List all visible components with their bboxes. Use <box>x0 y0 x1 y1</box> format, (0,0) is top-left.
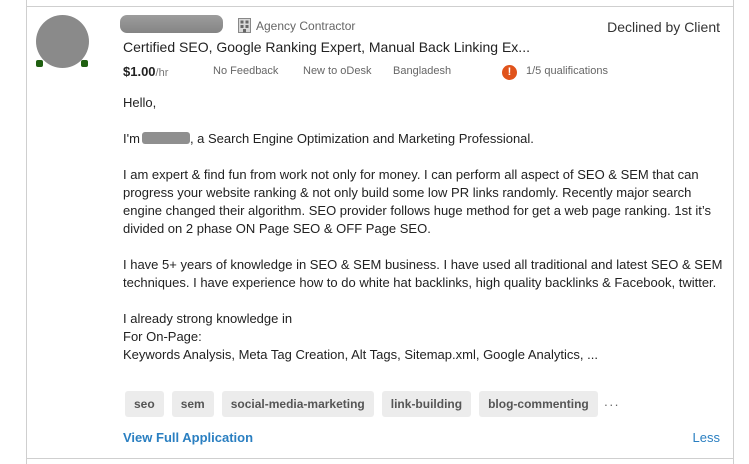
cover-letter: Hello, I'm , a Search Engine Optimization… <box>123 94 723 364</box>
skill-tags: seo sem social-media-marketing link-buil… <box>125 391 620 417</box>
contractor-type-label: Agency Contractor <box>256 19 356 33</box>
greeting: Hello, <box>123 95 157 110</box>
hourly-rate: $1.00/hr <box>123 64 168 79</box>
skill-tag[interactable]: link-building <box>381 391 472 417</box>
building-icon <box>238 18 251 33</box>
skill-tag[interactable]: blog-commenting <box>479 391 598 417</box>
intro-before: I'm <box>123 131 140 146</box>
qualifications-label[interactable]: 1/5 qualifications <box>526 65 608 77</box>
intro: I'm , a Search Engine Optimization and Ma… <box>123 130 723 148</box>
paragraph-1: I am expert & find fun from work not onl… <box>123 167 711 236</box>
avatar-decoration-right <box>81 60 88 67</box>
knowledge-line: I already strong knowledge in <box>123 311 293 326</box>
redacted-name <box>141 132 190 144</box>
applicant-name-redacted[interactable] <box>120 15 223 33</box>
more-tags-ellipsis[interactable]: ··· <box>604 397 620 412</box>
on-page-line: For On-Page: <box>123 329 202 344</box>
view-full-application-link[interactable]: View Full Application <box>123 430 253 445</box>
rate-value: $1.00 <box>123 64 156 79</box>
paragraph-2: I have 5+ years of knowledge in SEO & SE… <box>123 257 723 290</box>
skill-tag[interactable]: seo <box>125 391 164 417</box>
status-badge: Declined by Client <box>607 19 720 35</box>
skills-line: Keywords Analysis, Meta Tag Creation, Al… <box>123 347 598 362</box>
card-bottom-border <box>26 458 734 459</box>
tenure-label: New to oDesk <box>303 65 372 77</box>
skill-tag[interactable]: sem <box>171 391 214 417</box>
feedback-label: No Feedback <box>213 65 279 77</box>
avatar-decoration-left <box>36 60 43 67</box>
less-link[interactable]: Less <box>693 430 720 445</box>
exclamation-circle-icon: ! <box>502 65 517 80</box>
profile-title[interactable]: Certified SEO, Google Ranking Expert, Ma… <box>123 39 530 55</box>
skill-tag[interactable]: social-media-marketing <box>221 391 374 417</box>
country-label: Bangladesh <box>393 65 452 77</box>
rate-unit: /hr <box>155 67 169 79</box>
intro-after: , a Search Engine Optimization and Marke… <box>189 131 534 146</box>
